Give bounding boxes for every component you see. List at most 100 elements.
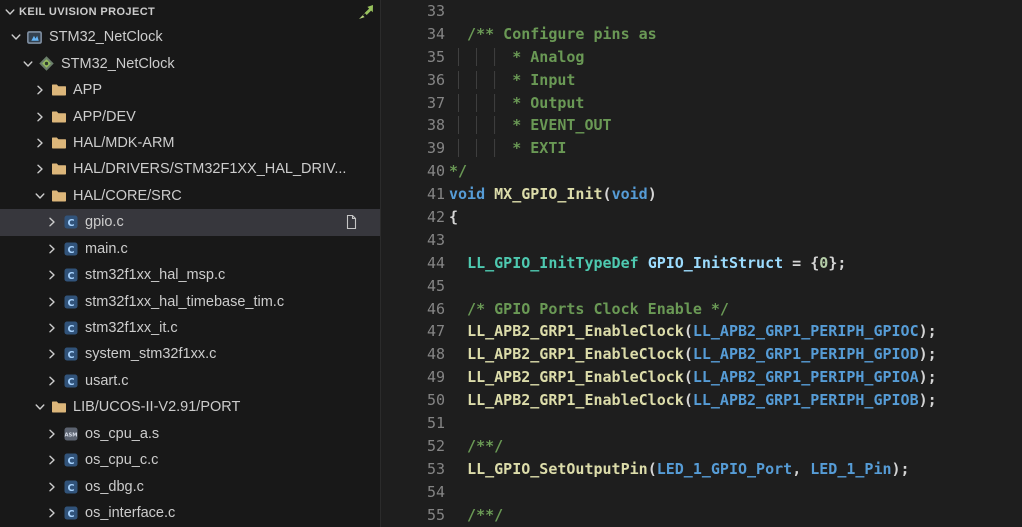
tree-item-usart-c[interactable]: Cusart.c bbox=[0, 368, 380, 394]
tree-item-stm32-netclock[interactable]: STM32_NetClock bbox=[0, 24, 380, 50]
code-editor[interactable]: 33 34 35 36 37 38 39 40 41 42 43 44 45 46 47 48 49 50 51 52… bbox=[381, 0, 1022, 527]
line-number[interactable]: 42 bbox=[381, 206, 445, 229]
tree-item-stm32f1xx-hal-timebase-tim-c[interactable]: Cstm32f1xx_hal_timebase_tim.c bbox=[0, 288, 380, 314]
code-line[interactable] bbox=[449, 275, 1022, 298]
tree-item-gpio-c[interactable]: Cgpio.c bbox=[0, 209, 380, 236]
line-number[interactable]: 35 bbox=[381, 46, 445, 69]
chevron-right-icon[interactable] bbox=[44, 373, 60, 389]
line-number[interactable]: 45 bbox=[381, 275, 445, 298]
svg-text:C: C bbox=[67, 271, 74, 282]
line-number[interactable]: 36 bbox=[381, 69, 445, 92]
tree-item-label: HAL/MDK-ARM bbox=[73, 134, 175, 151]
chevron-right-icon[interactable] bbox=[44, 426, 60, 442]
code-line[interactable]: * Input bbox=[449, 69, 1022, 92]
line-number[interactable]: 49 bbox=[381, 366, 445, 389]
line-number[interactable]: 40 bbox=[381, 160, 445, 183]
code-line[interactable]: LL_APB2_GRP1_EnableClock(LL_APB2_GRP1_PE… bbox=[449, 389, 1022, 412]
line-number[interactable]: 33 bbox=[381, 0, 445, 23]
tree-item-main-c[interactable]: Cmain.c bbox=[0, 236, 380, 262]
line-number[interactable]: 47 bbox=[381, 320, 445, 343]
tree-item-os-cpu-a-s[interactable]: ASM os_cpu_a.s bbox=[0, 421, 380, 447]
code-line[interactable]: */ bbox=[449, 160, 1022, 183]
line-number[interactable]: 50 bbox=[381, 389, 445, 412]
code-line[interactable]: LL_APB2_GRP1_EnableClock(LL_APB2_GRP1_PE… bbox=[449, 366, 1022, 389]
chevron-right-icon[interactable] bbox=[44, 479, 60, 495]
line-number[interactable]: 37 bbox=[381, 92, 445, 115]
line-number[interactable]: 39 bbox=[381, 137, 445, 160]
code-line[interactable] bbox=[449, 0, 1022, 23]
code-line[interactable]: * EVENT_OUT bbox=[449, 114, 1022, 137]
tree-item-lib-ucos-ii-v2-91-port[interactable]: LIB/UCOS-II-V2.91/PORT bbox=[0, 394, 380, 420]
chevron-right-icon[interactable] bbox=[32, 109, 48, 125]
code-line[interactable]: LL_GPIO_InitTypeDef GPIO_InitStruct = {0… bbox=[449, 252, 1022, 275]
chevron-right-icon[interactable] bbox=[44, 452, 60, 468]
chevron-right-icon[interactable] bbox=[32, 135, 48, 151]
code-line[interactable]: LL_APB2_GRP1_EnableClock(LL_APB2_GRP1_PE… bbox=[449, 343, 1022, 366]
line-number[interactable]: 43 bbox=[381, 229, 445, 252]
open-file-icon[interactable] bbox=[342, 213, 360, 231]
tree-item-stm32f1xx-it-c[interactable]: Cstm32f1xx_it.c bbox=[0, 315, 380, 341]
code-line[interactable]: /* GPIO Ports Clock Enable */ bbox=[449, 298, 1022, 321]
keil-icon[interactable] bbox=[357, 4, 374, 21]
tree-item-os-interface-c[interactable]: Cos_interface.c bbox=[0, 500, 380, 526]
tree-item-hal-drivers-stm32f1xx-hal-driv[interactable]: HAL/DRIVERS/STM32F1XX_HAL_DRIV... bbox=[0, 156, 380, 182]
tree-item-hal-mdk-arm[interactable]: HAL/MDK-ARM bbox=[0, 130, 380, 156]
code-line[interactable]: LL_GPIO_SetOutputPin(LED_1_GPIO_Port, LE… bbox=[449, 458, 1022, 481]
chevron-right-icon[interactable] bbox=[32, 161, 48, 177]
code-line[interactable]: * Analog bbox=[449, 46, 1022, 69]
folder-icon bbox=[50, 108, 67, 125]
svg-text:ASM: ASM bbox=[64, 432, 77, 438]
code-line[interactable] bbox=[449, 481, 1022, 504]
line-number[interactable]: 52 bbox=[381, 435, 445, 458]
section-header-keil-uvision-project[interactable]: KEIL UVISION PROJECT bbox=[0, 0, 380, 24]
code-line[interactable]: * Output bbox=[449, 92, 1022, 115]
code-line[interactable] bbox=[449, 412, 1022, 435]
chevron-right-icon[interactable] bbox=[44, 214, 60, 230]
tree-item-system-stm32f1xx-c[interactable]: Csystem_stm32f1xx.c bbox=[0, 341, 380, 367]
line-number[interactable]: 38 bbox=[381, 114, 445, 137]
svg-text:C: C bbox=[67, 377, 74, 388]
code-line[interactable]: /** Configure pins as bbox=[449, 23, 1022, 46]
tree-item-stm32f1xx-hal-msp-c[interactable]: Cstm32f1xx_hal_msp.c bbox=[0, 262, 380, 288]
chevron-down-icon[interactable] bbox=[8, 29, 24, 45]
chevron-right-icon[interactable] bbox=[44, 320, 60, 336]
tree-item-os-dbg-c[interactable]: Cos_dbg.c bbox=[0, 473, 380, 499]
line-number[interactable]: 41 bbox=[381, 183, 445, 206]
code-area[interactable]: /** Configure pins as * Analog * Input *… bbox=[445, 0, 1022, 527]
chevron-right-icon[interactable] bbox=[44, 294, 60, 310]
chevron-right-icon[interactable] bbox=[44, 267, 60, 283]
line-number[interactable]: 55 bbox=[381, 504, 445, 527]
tree-item-hal-core-src[interactable]: HAL/CORE/SRC bbox=[0, 183, 380, 209]
tree-item-os-cpu-c-c[interactable]: Cos_cpu_c.c bbox=[0, 447, 380, 473]
code-line[interactable]: { bbox=[449, 206, 1022, 229]
line-number[interactable]: 53 bbox=[381, 458, 445, 481]
chevron-right-icon[interactable] bbox=[44, 505, 60, 521]
line-number[interactable]: 51 bbox=[381, 412, 445, 435]
chevron-down-icon[interactable] bbox=[32, 399, 48, 415]
line-number[interactable]: 48 bbox=[381, 343, 445, 366]
code-line[interactable]: void MX_GPIO_Init(void) bbox=[449, 183, 1022, 206]
chevron-right-icon[interactable] bbox=[44, 241, 60, 257]
code-line[interactable]: /**/ bbox=[449, 504, 1022, 527]
uvision-project-icon bbox=[26, 29, 43, 46]
line-number[interactable]: 34 bbox=[381, 23, 445, 46]
chevron-right-icon[interactable] bbox=[44, 346, 60, 362]
keil-target-icon bbox=[38, 55, 55, 72]
tree-item-app-dev[interactable]: APP/DEV bbox=[0, 103, 380, 129]
chevron-down-icon[interactable] bbox=[32, 188, 48, 204]
svg-text:C: C bbox=[67, 509, 74, 520]
line-number[interactable]: 44 bbox=[381, 252, 445, 275]
folder-icon bbox=[50, 399, 67, 416]
line-number[interactable]: 46 bbox=[381, 298, 445, 321]
chevron-right-icon[interactable] bbox=[32, 82, 48, 98]
c-file-icon: C bbox=[62, 240, 79, 257]
chevron-down-icon[interactable] bbox=[20, 56, 36, 72]
tree-item-stm32-netclock[interactable]: STM32_NetClock bbox=[0, 50, 380, 76]
code-line[interactable]: * EXTI bbox=[449, 137, 1022, 160]
line-number[interactable]: 54 bbox=[381, 481, 445, 504]
code-line[interactable]: /**/ bbox=[449, 435, 1022, 458]
tree-item-app[interactable]: APP bbox=[0, 77, 380, 103]
code-line[interactable]: LL_APB2_GRP1_EnableClock(LL_APB2_GRP1_PE… bbox=[449, 320, 1022, 343]
chevron-down-icon[interactable] bbox=[2, 4, 18, 20]
code-line[interactable] bbox=[449, 229, 1022, 252]
